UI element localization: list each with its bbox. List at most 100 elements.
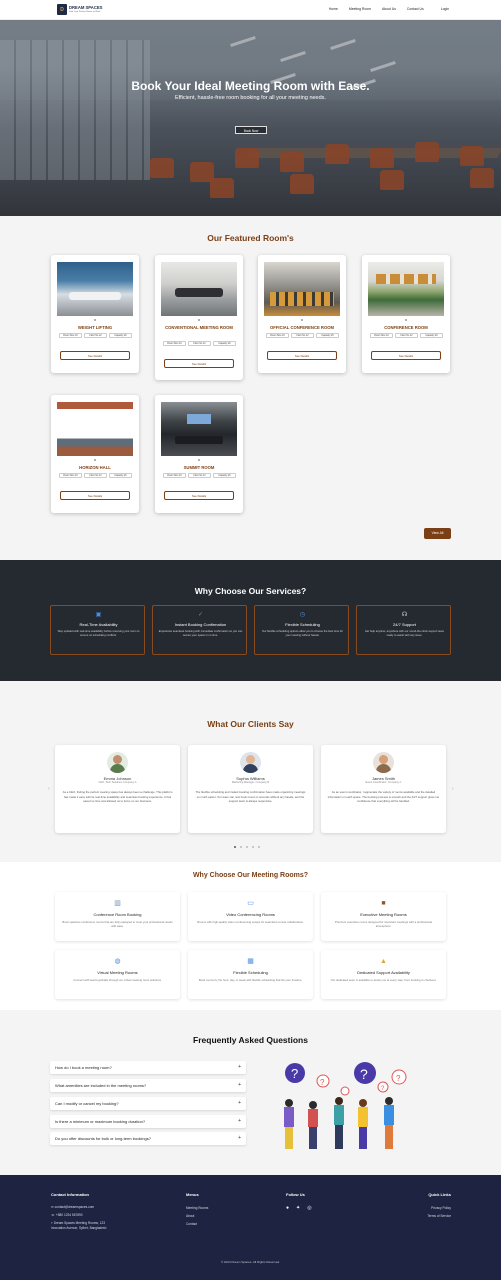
carousel-dot[interactable]: [234, 846, 236, 848]
footer-phone[interactable]: ☏ +880 1234 567890: [51, 1213, 83, 1217]
faq-question-text: Can I modify or cancel my booking?: [55, 1101, 119, 1106]
carousel-dot[interactable]: [94, 319, 96, 321]
testimonials-title: What Our Clients Say: [207, 719, 294, 729]
feature-desc: Book rooms by the hour, day, or week wit…: [198, 978, 303, 982]
nav-item-contact[interactable]: Contact Us: [407, 7, 424, 11]
carousel-dot[interactable]: [301, 319, 303, 321]
service-desc: Experience seamless booking with immedia…: [158, 630, 243, 637]
feature-desc: Premium executive rooms designed for imp…: [334, 920, 432, 928]
hero-section: [0, 20, 501, 216]
nav-item-about[interactable]: About Us: [382, 7, 396, 11]
room-tags: Room Size 10 Floor No 12 Capacity 20: [370, 333, 443, 338]
room-tags: Room Size 10 Floor No 12 Capacity 20: [266, 333, 339, 338]
capacity-tag: Capacity 20: [213, 341, 236, 346]
client-quote: The flexible scheduling and instant book…: [195, 790, 306, 804]
room-image: [161, 402, 237, 456]
footer-quick-title: Quick Links: [428, 1192, 451, 1197]
room-tags: Room Size 10 Floor No 12 Capacity 20: [59, 333, 132, 338]
faq-question-text: Do you offer discounts for bulk or long-…: [55, 1136, 151, 1141]
faq-question[interactable]: What amenities are included in the meeti…: [50, 1079, 246, 1092]
footer-contact-title: Contact Information: [51, 1192, 89, 1197]
room-name: HORIZON HALL: [79, 465, 111, 470]
feature-title: Flexible Scheduling: [233, 970, 268, 975]
see-details-button[interactable]: See Details: [371, 351, 441, 360]
floor-tag: Floor No 12: [188, 341, 211, 346]
client-role: CEO, Tech Solutions Company A: [98, 781, 137, 784]
faq-question[interactable]: Is there a minimum or maximum booking du…: [50, 1115, 246, 1128]
room-tags: Room Size 10 Floor No 12 Capacity 20: [59, 473, 132, 478]
avatar: [107, 752, 128, 773]
prev-arrow-icon[interactable]: ‹: [48, 786, 50, 792]
faq-question[interactable]: How do I book a meeting room? +: [50, 1061, 246, 1074]
plus-icon[interactable]: +: [238, 1079, 241, 1092]
feature-title: Conference Room Booking: [93, 912, 142, 917]
footer-phone-text: +880 1234 567890: [55, 1213, 83, 1217]
footer-follow-title: Follow Us: [286, 1192, 305, 1197]
plus-icon[interactable]: +: [238, 1097, 241, 1110]
feature-card: ▦ Flexible Scheduling Book rooms by the …: [188, 950, 313, 999]
footer-quick-link[interactable]: Terms of Service: [427, 1214, 451, 1218]
feature-card: ▲ Dedicated Support Availability Our ded…: [321, 950, 446, 999]
floor-tag: Floor No 12: [291, 333, 314, 338]
testimonial-card: Sophia Williams Marketing Manager, Compa…: [188, 745, 313, 833]
carousel-dot[interactable]: [94, 459, 96, 461]
service-card: ☊ 24/7 Support Get help anytime, anywher…: [356, 605, 451, 655]
service-title: Real-Time Availability: [79, 622, 118, 627]
room-name: WEIGHT LIFTING: [77, 325, 113, 330]
see-details-button[interactable]: See Details: [267, 351, 337, 360]
see-details-button[interactable]: See Details: [60, 491, 130, 500]
carousel-dot[interactable]: [258, 846, 260, 848]
see-details-button[interactable]: See Details: [60, 351, 130, 360]
meeting-rooms-title: Why Choose Our Meeting Rooms?: [192, 872, 309, 879]
see-details-button[interactable]: See Details: [164, 491, 234, 500]
faq-question-text: Is there a minimum or maximum booking du…: [55, 1119, 146, 1124]
room-size-tag: Room Size 10: [163, 341, 186, 346]
clock-icon: ◷: [299, 612, 306, 618]
faq-question[interactable]: Can I modify or cancel my booking? +: [50, 1097, 246, 1110]
carousel-dot[interactable]: [198, 319, 200, 321]
feature-title: Virtual Meeting Rooms: [97, 970, 138, 975]
login-link[interactable]: Login: [441, 7, 449, 11]
plus-icon[interactable]: +: [238, 1115, 241, 1128]
faq-question[interactable]: Do you offer discounts for bulk or long-…: [50, 1132, 246, 1145]
plus-icon[interactable]: +: [238, 1061, 241, 1074]
room-size-tag: Room Size 10: [370, 333, 393, 338]
nav-item-meeting-room[interactable]: Meeting Room: [349, 7, 371, 11]
hero-title: Book Your Ideal Meeting Room with Ease.: [131, 79, 370, 93]
floor-tag: Floor No 12: [188, 473, 211, 478]
brand-tagline: Find Your Perfect Room to Work: [69, 10, 101, 13]
carousel-dot[interactable]: [252, 846, 254, 848]
footer-email[interactable]: ✉ contact@dreamspaces.com: [51, 1205, 94, 1209]
service-desc: Get help anytime, anywhere with our roun…: [364, 630, 445, 637]
facebook-icon[interactable]: ●: [286, 1205, 289, 1211]
room-tags: Room Size 10 Floor No 12 Capacity 20: [163, 341, 236, 346]
briefcase-icon: ■: [381, 900, 386, 907]
footer-menu-title: Menus: [186, 1192, 199, 1197]
video-icon: ▭: [247, 900, 254, 907]
carousel-dot[interactable]: [198, 459, 200, 461]
carousel-dot[interactable]: [246, 846, 248, 848]
twitter-icon[interactable]: ✦: [296, 1205, 300, 1211]
floor-tag: Floor No 12: [395, 333, 418, 338]
footer-menu-item[interactable]: About: [186, 1214, 194, 1218]
carousel-dot[interactable]: [240, 846, 242, 848]
footer-menu-item[interactable]: Meeting Rooms: [186, 1206, 208, 1210]
plus-icon[interactable]: +: [238, 1132, 241, 1145]
social-links: ● ✦ ◎: [286, 1205, 312, 1211]
footer: Contact Information ✉ contact@dreamspace…: [0, 1175, 501, 1280]
room-card: OFFICIAL CONFERENCE ROOM Room Size 10 Flo…: [258, 255, 346, 373]
nav-item-home[interactable]: Home: [329, 7, 338, 11]
logo[interactable]: D DREAM SPACES Find Your Perfect Room to…: [57, 3, 109, 16]
book-now-button[interactable]: Book Now: [235, 126, 267, 134]
footer-menu-item[interactable]: Contact: [186, 1222, 197, 1226]
next-arrow-icon[interactable]: ›: [452, 786, 454, 792]
see-details-button[interactable]: See Details: [164, 359, 234, 368]
view-all-button[interactable]: View All: [424, 528, 451, 539]
instagram-icon[interactable]: ◎: [307, 1205, 311, 1211]
footer-quick-link[interactable]: Privacy Policy: [431, 1206, 451, 1210]
service-card: ✓ Instant Booking Confirmation Experienc…: [152, 605, 247, 655]
calendar-icon: ▣: [95, 612, 102, 618]
logo-icon: D: [57, 4, 67, 15]
service-card: ◷ Flexible Scheduling Our flexible sched…: [254, 605, 349, 655]
carousel-dot[interactable]: [405, 319, 407, 321]
